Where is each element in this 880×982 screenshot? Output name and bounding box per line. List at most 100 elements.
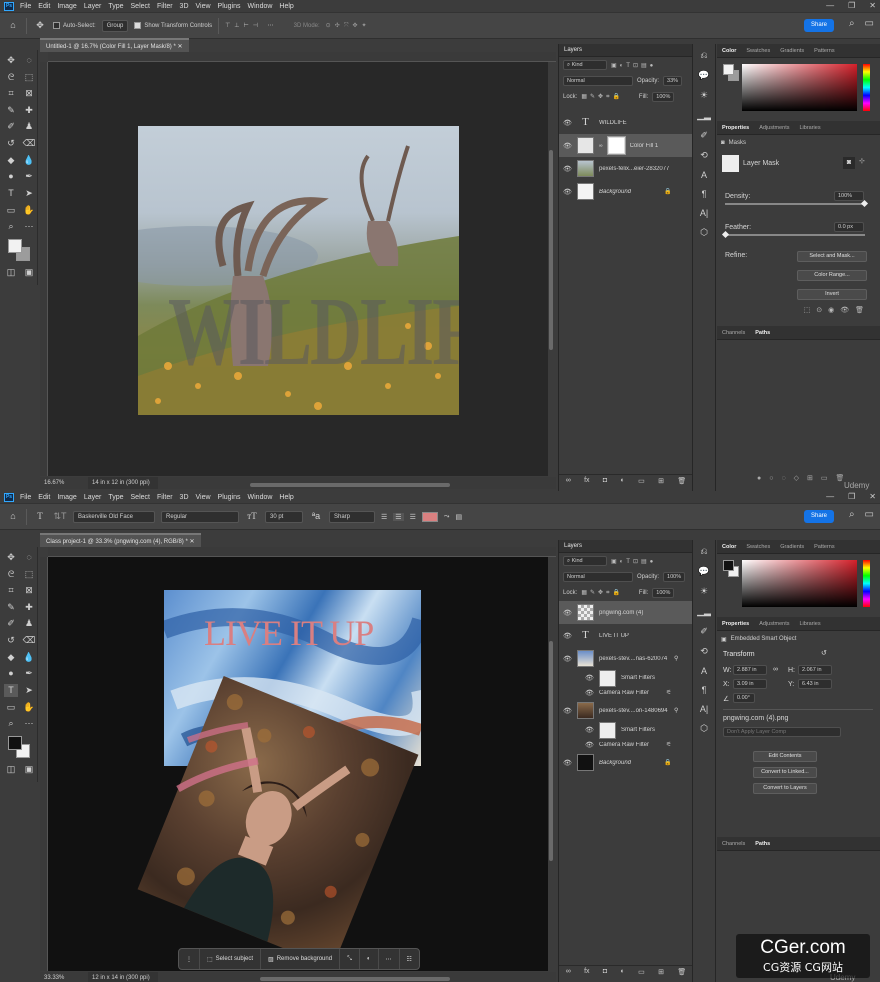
vector-mask-icon[interactable]: ⊹ — [859, 157, 865, 165]
clone-icon[interactable]: ⟲ — [700, 646, 708, 657]
foreground-color-chip[interactable] — [723, 560, 734, 571]
lock-icons[interactable]: ▦✎✥⌗🔒 — [581, 589, 623, 597]
font-style-dropdown[interactable]: Regular — [161, 510, 239, 523]
move-tool-icon[interactable]: ✥ — [4, 551, 18, 564]
layer-mask-thumbnail[interactable] — [606, 136, 626, 155]
tab-color[interactable]: Color — [717, 540, 741, 553]
menu-select[interactable]: Select — [131, 494, 150, 501]
menu-edit[interactable]: Edit — [38, 3, 50, 10]
font-size-dropdown[interactable]: 30 pt — [265, 510, 303, 523]
menu-select[interactable]: Select — [131, 3, 150, 10]
layers-panel-title[interactable]: Layers — [559, 44, 692, 57]
crop-tool-icon[interactable]: ⌗ — [4, 584, 18, 597]
menu-window[interactable]: Window — [248, 494, 273, 501]
transform-controls-checkbox[interactable] — [134, 22, 142, 29]
more-options-icon[interactable]: ⋯ — [379, 949, 400, 969]
invert-button[interactable]: Invert — [797, 289, 867, 300]
marquee-tool-icon[interactable]: ◌ — [22, 54, 36, 67]
mask-thumbnail[interactable] — [722, 155, 739, 172]
clone-icon[interactable]: ⟲ — [700, 150, 708, 161]
new-group-icon[interactable]: ▭ — [638, 477, 645, 485]
document-size[interactable]: 12 in x 14 in (300 ppi) — [88, 972, 158, 982]
crop-tool-icon[interactable]: ⌗ — [4, 87, 18, 100]
zoom-tool-icon[interactable]: ⌕ — [4, 717, 18, 730]
auto-select-target-dropdown[interactable]: Group — [101, 19, 129, 32]
type-tool-icon[interactable]: T — [4, 683, 18, 697]
close-tab-icon[interactable]: ✕ — [177, 44, 182, 50]
align-right-icon[interactable]: ☰ — [410, 513, 416, 521]
menu-edit[interactable]: Edit — [38, 494, 50, 501]
color-swatches[interactable] — [4, 237, 36, 263]
cube-icon[interactable]: ⬡ — [700, 227, 708, 238]
visibility-eye-icon[interactable]: 👁 — [563, 142, 572, 150]
chain-link-icon[interactable]: ∞ — [599, 143, 603, 149]
search-icon[interactable]: ⌕ — [849, 18, 855, 29]
menu-plugins[interactable]: Plugins — [218, 494, 241, 501]
pen-tool-icon[interactable]: ✒ — [22, 667, 36, 680]
paint-bucket-icon[interactable]: ◆ — [4, 154, 18, 167]
lock-icon[interactable]: 🔒 — [664, 188, 671, 195]
menu-type[interactable]: Type — [108, 3, 123, 10]
smart-filters-row[interactable]: 👁 Smart Filters — [559, 721, 692, 739]
opacity-input[interactable]: 33% — [663, 76, 683, 86]
adjustment-layer-icon[interactable]: ◐ — [621, 477, 625, 484]
more-tools-icon[interactable]: ⋯ — [22, 220, 36, 233]
hue-slider[interactable] — [863, 560, 870, 607]
settings-icon[interactable]: ☷ — [400, 949, 419, 969]
character-icon[interactable]: A| — [700, 208, 708, 218]
auto-select-option[interactable]: Auto-Select: — [53, 22, 96, 29]
close-icon[interactable]: ✕ — [869, 1, 876, 10]
tab-patterns[interactable]: Patterns — [809, 540, 839, 553]
screen-mode-icon[interactable]: ▣ — [22, 266, 36, 279]
delete-layer-icon[interactable]: 🗑 — [677, 968, 686, 976]
lasso-tool-icon[interactable]: ᘓ — [4, 71, 18, 84]
align-center-icon[interactable]: ☰ — [393, 512, 404, 521]
fill-input[interactable]: 100% — [652, 92, 675, 102]
menu-help[interactable]: Help — [279, 3, 293, 10]
saturation-field[interactable] — [742, 64, 857, 111]
paths-footer[interactable]: ●○◌◇⊞▭🗑 — [757, 474, 852, 482]
saturation-field[interactable] — [742, 560, 857, 607]
stamp-tool-icon[interactable]: ♟ — [22, 617, 36, 630]
visibility-eye-icon[interactable]: 👁 — [563, 632, 572, 640]
blend-mode-dropdown[interactable]: Normal — [563, 572, 633, 582]
opacity-input[interactable]: 100% — [663, 572, 686, 582]
layer-row-smart-1[interactable]: 👁 pexels-stev....nas-620074 ⚲ — [559, 647, 692, 670]
dodge-tool-icon[interactable]: ● — [4, 170, 18, 183]
new-layer-icon[interactable]: ⊞ — [658, 477, 664, 485]
history-icon[interactable]: ⎌ — [700, 546, 707, 557]
select-mask-icon[interactable]: ◙ — [843, 157, 855, 169]
drag-handle-icon[interactable]: ⋮ — [179, 949, 200, 969]
document-size[interactable]: 14 in x 12 in (300 ppi) — [88, 477, 158, 489]
menu-view[interactable]: View — [196, 494, 211, 501]
hand-tool-icon[interactable]: ✋ — [22, 204, 36, 217]
home-icon[interactable]: ⌂ — [6, 19, 20, 32]
feather-slider-knob[interactable] — [721, 230, 730, 239]
zoom-tool-icon[interactable]: ⌕ — [4, 220, 18, 233]
visibility-eye-icon[interactable]: 👁 — [563, 707, 572, 715]
layers-panel-title[interactable]: Layers — [559, 540, 692, 553]
layer-row-background[interactable]: 👁 Background 🔒 — [559, 180, 692, 203]
horizontal-scrollbar[interactable] — [250, 483, 450, 487]
adjust-icon[interactable]: ◐ — [360, 949, 379, 969]
layer-kind-dropdown[interactable]: ⌕ Kind — [563, 60, 607, 70]
visibility-eye-icon[interactable]: 👁 — [563, 188, 572, 196]
shape-tool-icon[interactable]: ▭ — [4, 701, 18, 714]
camera-raw-row[interactable]: 👁 Camera Raw Filter ⚟ — [559, 738, 692, 751]
minimize-icon[interactable]: — — [826, 492, 834, 501]
quick-mask-icon[interactable]: ◫ — [4, 763, 18, 776]
text-orientation-icon[interactable]: ⇅T — [53, 510, 67, 523]
canvas-area[interactable]: LIVE IT UP — [48, 557, 548, 971]
minimize-icon[interactable]: — — [826, 1, 834, 10]
character-icon[interactable]: A| — [700, 704, 708, 714]
histogram-icon[interactable]: ▁▂ — [697, 110, 711, 121]
transform-controls-option[interactable]: Show Transform Controls — [134, 22, 212, 29]
edit-contents-button[interactable]: Edit Contents — [753, 751, 817, 762]
color-range-button[interactable]: Color Range... — [797, 270, 867, 281]
brush-settings-icon[interactable]: ✐ — [700, 626, 708, 637]
new-group-icon[interactable]: ▭ — [638, 968, 645, 976]
paragraph-icon[interactable]: ¶ — [702, 685, 707, 695]
maximize-icon[interactable]: ❐ — [848, 492, 855, 501]
document-tab[interactable]: Class project-1 @ 33.3% (pngwing.com (4)… — [40, 533, 201, 547]
menu-plugins[interactable]: Plugins — [218, 3, 241, 10]
